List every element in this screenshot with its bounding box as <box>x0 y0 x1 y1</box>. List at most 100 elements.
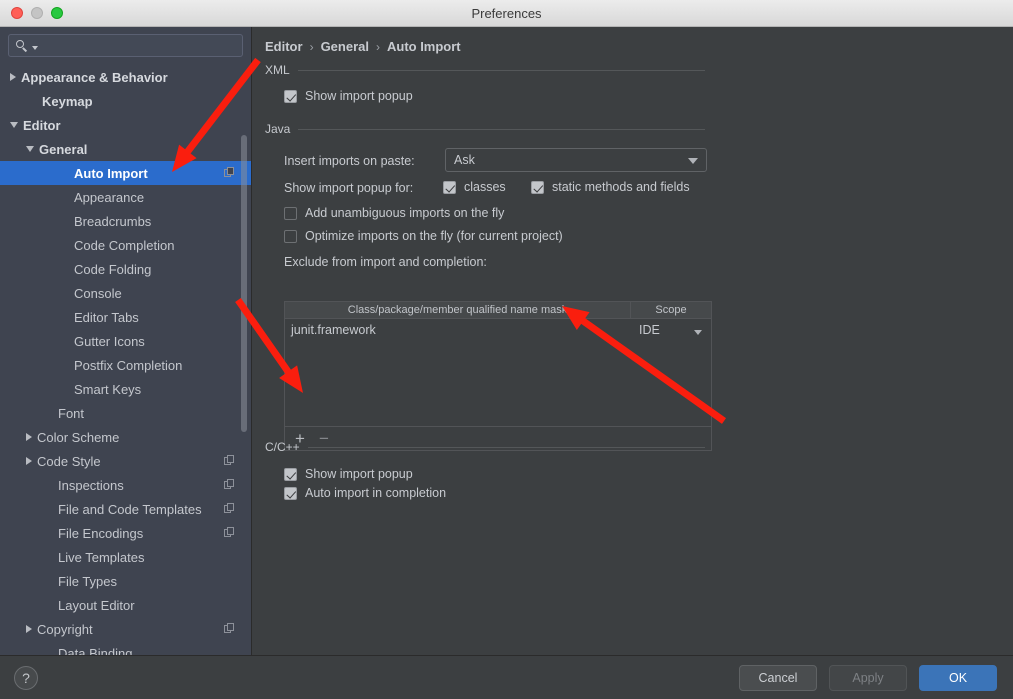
sidebar-item-label: Font <box>58 405 85 421</box>
copy-settings-icon[interactable] <box>224 455 235 466</box>
sidebar-item-layout-editor[interactable]: Layout Editor <box>0 593 251 617</box>
sidebar-item-smart-keys[interactable]: Smart Keys <box>0 377 251 401</box>
sidebar-item-label: Appearance <box>74 189 145 205</box>
checkbox-icon[interactable] <box>284 486 297 500</box>
checkbox-cpp-auto-import-in-completion[interactable]: Auto import in completion <box>284 486 446 500</box>
exclude-from-import-label: Exclude from import and completion: <box>284 255 487 269</box>
settings-sidebar: Appearance & Behavior Keymap Editor General… <box>0 27 252 655</box>
table-column-mask[interactable]: Class/package/member qualified name mask <box>285 302 631 318</box>
chevron-down-icon[interactable] <box>26 146 34 152</box>
checkbox-label: Auto import in completion <box>305 486 447 500</box>
sidebar-item-file-and-code-templates[interactable]: File and Code Templates <box>0 497 251 521</box>
sidebar-item-copyright[interactable]: Copyright <box>0 617 251 641</box>
group-label-xml: XML <box>265 63 290 77</box>
checkbox-icon[interactable] <box>284 467 297 481</box>
checkbox-static-methods-and-fields[interactable]: static methods and fields <box>531 180 690 194</box>
breadcrumb: Editor › General › Auto Import <box>265 39 461 54</box>
checkbox-icon[interactable] <box>531 180 544 194</box>
sidebar-item-auto-import[interactable]: Auto Import <box>0 161 251 185</box>
sidebar-item-breadcrumbs[interactable]: Breadcrumbs <box>0 209 251 233</box>
sidebar-item-keymap[interactable]: Keymap <box>0 89 251 113</box>
search-icon <box>16 39 30 53</box>
sidebar-item-label: Appearance & Behavior <box>21 69 168 85</box>
sidebar-item-font[interactable]: Font <box>0 401 251 425</box>
checkbox-cpp-show-import-popup[interactable]: Show import popup <box>284 467 413 481</box>
checkbox-icon[interactable] <box>284 206 297 220</box>
group-header-xml: XML <box>265 63 705 77</box>
sidebar-item-label: Color Scheme <box>37 429 120 445</box>
group-header-cpp: C/C++ <box>265 440 705 454</box>
sidebar-item-general[interactable]: General <box>0 137 251 161</box>
checkbox-icon[interactable] <box>284 229 297 243</box>
sidebar-item-live-templates[interactable]: Live Templates <box>0 545 251 569</box>
sidebar-item-label: Data Binding <box>58 645 133 656</box>
copy-settings-icon[interactable] <box>224 479 235 490</box>
checkbox-add-unambiguous-imports[interactable]: Add unambiguous imports on the fly <box>284 206 504 220</box>
sidebar-item-inspections[interactable]: Inspections <box>0 473 251 497</box>
sidebar-item-editor-tabs[interactable]: Editor Tabs <box>0 305 251 329</box>
apply-button: Apply <box>829 664 907 691</box>
chevron-right-icon[interactable] <box>26 433 32 441</box>
cancel-button[interactable]: Cancel <box>739 664 817 691</box>
chevron-down-icon[interactable] <box>10 122 18 128</box>
show-import-popup-for-label: Show import popup for: <box>284 181 414 195</box>
sidebar-item-file-types[interactable]: File Types <box>0 569 251 593</box>
sidebar-item-file-encodings[interactable]: File Encodings <box>0 521 251 545</box>
sidebar-item-code-completion[interactable]: Code Completion <box>0 233 251 257</box>
sidebar-item-code-style[interactable]: Code Style <box>0 449 251 473</box>
chevron-right-icon[interactable] <box>10 73 16 81</box>
sidebar-item-label: Postfix Completion <box>74 357 183 373</box>
sidebar-item-appearance-behavior[interactable]: Appearance & Behavior <box>0 65 251 89</box>
checkbox-label: Show import popup <box>305 467 413 481</box>
search-input[interactable] <box>38 38 242 53</box>
sidebar-item-editor[interactable]: Editor <box>0 113 251 137</box>
copy-settings-icon[interactable] <box>224 527 235 538</box>
ok-button[interactable]: OK <box>919 664 997 691</box>
chevron-right-icon[interactable] <box>26 457 32 465</box>
breadcrumb-separator-1: › <box>309 39 314 54</box>
checkbox-icon[interactable] <box>284 89 297 103</box>
chevron-down-icon[interactable] <box>694 329 702 335</box>
breadcrumb-general[interactable]: General <box>321 39 369 54</box>
sidebar-item-postfix-completion[interactable]: Postfix Completion <box>0 353 251 377</box>
chevron-right-icon[interactable] <box>26 625 32 633</box>
sidebar-item-color-scheme[interactable]: Color Scheme <box>0 425 251 449</box>
insert-imports-label: Insert imports on paste: <box>284 154 415 168</box>
checkbox-xml-show-import-popup[interactable]: Show import popup <box>284 89 413 103</box>
sidebar-scrollbar[interactable] <box>241 135 247 432</box>
sidebar-item-gutter-icons[interactable]: Gutter Icons <box>0 329 251 353</box>
sidebar-item-label: File Encodings <box>58 525 144 541</box>
help-button[interactable]: ? <box>14 665 38 690</box>
table-row[interactable]: junit.framework IDE <box>285 319 711 340</box>
sidebar-item-appearance[interactable]: Appearance <box>0 185 251 209</box>
table-header-row: Class/package/member qualified name mask… <box>285 302 711 319</box>
sidebar-item-label: General <box>39 141 88 157</box>
checkbox-optimize-imports-on-fly[interactable]: Optimize imports on the fly (for current… <box>284 229 563 243</box>
sidebar-item-label: Console <box>74 285 122 301</box>
footer-buttons: Cancel Apply OK <box>739 664 997 691</box>
insert-imports-on-paste-select[interactable]: Ask <box>445 148 707 172</box>
checkbox-icon[interactable] <box>443 180 456 194</box>
copy-settings-icon[interactable] <box>224 167 235 178</box>
checkbox-classes[interactable]: classes <box>443 180 506 194</box>
copy-settings-icon[interactable] <box>224 503 235 514</box>
sidebar-item-label: Editor <box>23 117 61 133</box>
breadcrumb-auto-import: Auto Import <box>386 39 461 54</box>
sidebar-item-data-binding[interactable]: Data Binding <box>0 641 251 656</box>
table-column-scope[interactable]: Scope <box>631 302 711 318</box>
table-cell-scope[interactable]: IDE <box>631 323 711 337</box>
checkbox-label: Optimize imports on the fly (for current… <box>305 229 563 243</box>
search-box[interactable] <box>8 34 243 57</box>
breadcrumb-editor[interactable]: Editor <box>265 39 303 54</box>
copy-settings-icon[interactable] <box>224 623 235 634</box>
sidebar-item-code-folding[interactable]: Code Folding <box>0 257 251 281</box>
sidebar-item-label: File Types <box>58 573 118 589</box>
table-cell-mask[interactable]: junit.framework <box>285 323 631 337</box>
sidebar-item-console[interactable]: Console <box>0 281 251 305</box>
